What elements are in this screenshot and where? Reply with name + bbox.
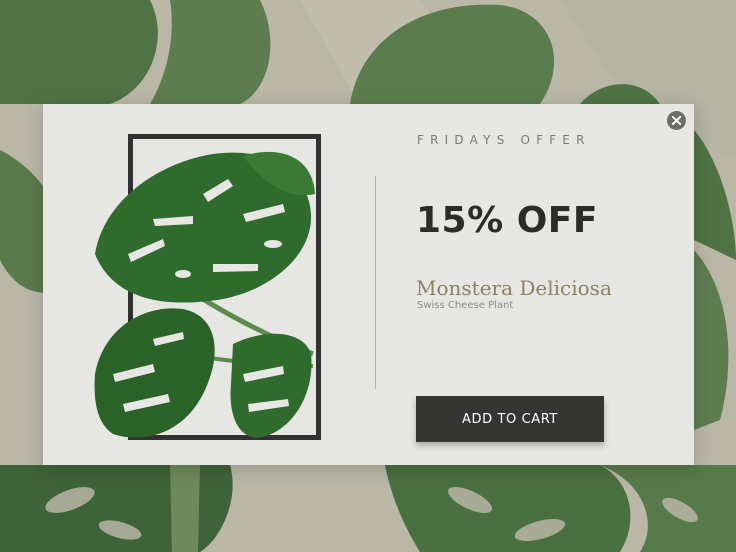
divider xyxy=(375,176,376,389)
product-name: Monstera Deliciosa xyxy=(416,276,612,300)
close-button[interactable] xyxy=(667,111,686,130)
discount-headline: 15% OFF xyxy=(416,200,598,241)
offer-eyebrow: FRIDAYS OFFER xyxy=(417,133,591,147)
product-subtitle: Swiss Cheese Plant xyxy=(417,300,514,311)
close-icon xyxy=(672,116,681,125)
add-to-cart-button[interactable]: ADD TO CART xyxy=(416,396,604,442)
offer-modal: FRIDAYS OFFER 15% OFF Monstera Deliciosa… xyxy=(43,104,694,465)
